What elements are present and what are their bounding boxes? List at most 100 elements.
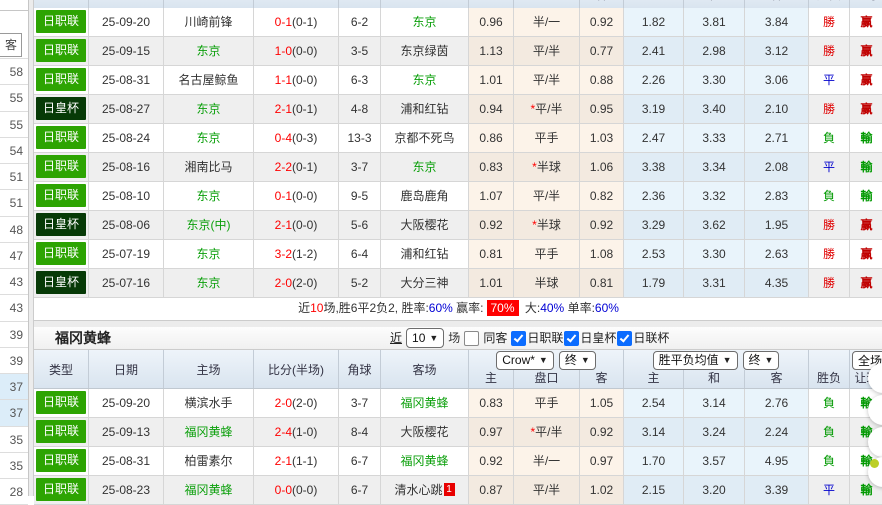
eu-time-select[interactable]: 终 ▼ <box>743 351 780 370</box>
eu-away-odds: 3.39 <box>745 476 809 504</box>
league-badge: 日职联 <box>36 449 86 472</box>
half-score: (0-3) <box>292 131 317 145</box>
date-cell: 25-09-20 <box>89 389 164 417</box>
away-team-cell[interactable]: 京都不死鸟 <box>381 124 469 152</box>
league-filter-checkbox[interactable] <box>617 331 632 346</box>
home-team-cell[interactable]: 东京 <box>164 240 254 268</box>
team-name: 川崎前锋 <box>184 15 232 29</box>
home-team-cell[interactable]: 东京 <box>164 269 254 297</box>
side-number-row: 43 <box>0 295 28 321</box>
match-row: 日职联25-08-23福冈黄蜂0-0(0-0)6-7清水心跳10.87平/半1.… <box>34 476 882 505</box>
header-corner <box>339 0 381 8</box>
ah-away-odds: 0.88 <box>580 66 624 94</box>
league-filter-checkbox[interactable] <box>564 331 579 346</box>
result-cell: 平 <box>809 476 850 504</box>
ah-away-odds: 0.92 <box>580 8 624 36</box>
away-team-cell[interactable]: 东京 <box>381 66 469 94</box>
full-score: 2-4 <box>275 425 292 439</box>
eu-away-odds: 3.06 <box>745 66 809 94</box>
full-score: 2-1 <box>275 102 292 116</box>
away-team-cell[interactable]: 大分三神 <box>381 269 469 297</box>
home-team-cell[interactable]: 湘南比马 <box>164 153 254 181</box>
full-score: 2-0 <box>275 276 292 290</box>
half-score: (0-1) <box>292 15 317 29</box>
match-row: 日职联25-08-24东京0-4(0-3)13-3京都不死鸟0.86平手1.03… <box>34 124 882 153</box>
date-cell: 25-07-19 <box>89 240 164 268</box>
half-score: (2-0) <box>292 276 317 290</box>
ah-home-odds: 0.97 <box>469 418 514 446</box>
table1-header-clipped: 主 盘口 客 主 和 客 胜负 让球 <box>34 0 882 8</box>
score-cell: 1-1(0-0) <box>254 66 339 94</box>
handicap-result-cell: 赢 <box>850 8 882 36</box>
eu-company-select[interactable]: 胜平负均值 ▼ <box>653 351 738 370</box>
away-team-cell[interactable]: 大阪樱花 <box>381 211 469 239</box>
eu-away-odds: 3.12 <box>745 37 809 65</box>
home-team-cell[interactable]: 福冈黄蜂 <box>164 418 254 446</box>
chevron-down-icon: ▼ <box>765 352 774 368</box>
away-filter-box[interactable]: 客 <box>0 33 22 57</box>
ah-time-select[interactable]: 终 ▼ <box>559 351 596 370</box>
table1-rows: 日职联25-09-20川崎前锋0-1(0-1)6-2东京0.96半/一0.921… <box>34 8 882 298</box>
half-score: (0-1) <box>292 160 317 174</box>
corner-cell: 6-3 <box>339 66 381 94</box>
ah-away-odds: 0.92 <box>580 418 624 446</box>
corner-cell: 8-4 <box>339 418 381 446</box>
corner-cell: 4-8 <box>339 95 381 123</box>
match-row: 日职联25-07-19东京3-2(1-2)6-4浦和红钻0.81平手1.082.… <box>34 240 882 269</box>
team-name: 清水心跳 <box>394 483 442 497</box>
away-team-cell[interactable]: 东京 <box>381 153 469 181</box>
home-team-cell[interactable]: 东京(中) <box>164 211 254 239</box>
league-filter-checkbox[interactable] <box>511 331 526 346</box>
league-filter-label: 日皇杯 <box>580 327 616 349</box>
summary-segment: 60% <box>429 301 453 315</box>
home-team-cell[interactable]: 柏雷素尔 <box>164 447 254 475</box>
eu-draw-odds: 3.62 <box>684 211 745 239</box>
away-team-cell[interactable]: 东京 <box>381 8 469 36</box>
home-team-cell[interactable]: 东京 <box>164 95 254 123</box>
ah-home-odds: 0.96 <box>469 8 514 36</box>
away-team-cell[interactable]: 东京绿茵 <box>381 37 469 65</box>
eu-away-odds: 4.95 <box>745 447 809 475</box>
ah-company-value: Crow* <box>502 352 535 368</box>
away-team-cell[interactable]: 浦和红钻 <box>381 240 469 268</box>
home-team-cell[interactable]: 横滨水手 <box>164 389 254 417</box>
ah-line-cell: 半/一 <box>514 8 580 36</box>
line-star: * <box>530 425 535 439</box>
handicap-result-cell: 輸 <box>850 124 882 152</box>
team-name: 东京 <box>196 131 220 145</box>
result-cell: 勝 <box>809 37 850 65</box>
ah-home-odds: 1.07 <box>469 182 514 210</box>
header-score <box>254 0 339 8</box>
eu-draw-odds: 3.24 <box>684 418 745 446</box>
away-team-cell[interactable]: 福冈黄蜂 <box>381 447 469 475</box>
ah-line-cell: 平/半 <box>514 476 580 504</box>
home-team-cell[interactable]: 东京 <box>164 124 254 152</box>
team-name: 名古屋鲸鱼 <box>178 73 238 87</box>
recent-games-link[interactable]: 近 <box>390 327 402 349</box>
eu-home-odds: 3.14 <box>624 418 684 446</box>
ah-line-cell: *平/半 <box>514 418 580 446</box>
home-team-cell[interactable]: 东京 <box>164 37 254 65</box>
home-team-cell[interactable]: 名古屋鲸鱼 <box>164 66 254 94</box>
side-number-column: 5855555451514847434339393737353528 <box>0 58 28 505</box>
league-cell: 日皇杯 <box>34 95 89 123</box>
ah-line-cell: 半/一 <box>514 447 580 475</box>
away-team-cell[interactable]: 清水心跳1 <box>381 476 469 504</box>
home-team-cell[interactable]: 东京 <box>164 182 254 210</box>
away-team-cell[interactable]: 鹿岛鹿角 <box>381 182 469 210</box>
home-team-cell[interactable]: 川崎前锋 <box>164 8 254 36</box>
league-cell: 日职联 <box>34 8 89 36</box>
half-score: (1-2) <box>292 247 317 261</box>
away-team-cell[interactable]: 福冈黄蜂 <box>381 389 469 417</box>
summary-segment: 大: <box>522 301 541 315</box>
side-number-row: 55 <box>0 85 28 111</box>
same-away-checkbox[interactable] <box>464 331 479 346</box>
ah-home-odds: 0.83 <box>469 153 514 181</box>
ah-company-select[interactable]: Crow* ▼ <box>496 351 554 370</box>
league-cell: 日职联 <box>34 447 89 475</box>
away-team-cell[interactable]: 浦和红钻 <box>381 95 469 123</box>
away-team-cell[interactable]: 大阪樱花 <box>381 418 469 446</box>
games-count-select[interactable]: 10 ▼ <box>406 328 444 348</box>
home-team-cell[interactable]: 福冈黄蜂 <box>164 476 254 504</box>
eu-away-odds: 4.35 <box>745 269 809 297</box>
